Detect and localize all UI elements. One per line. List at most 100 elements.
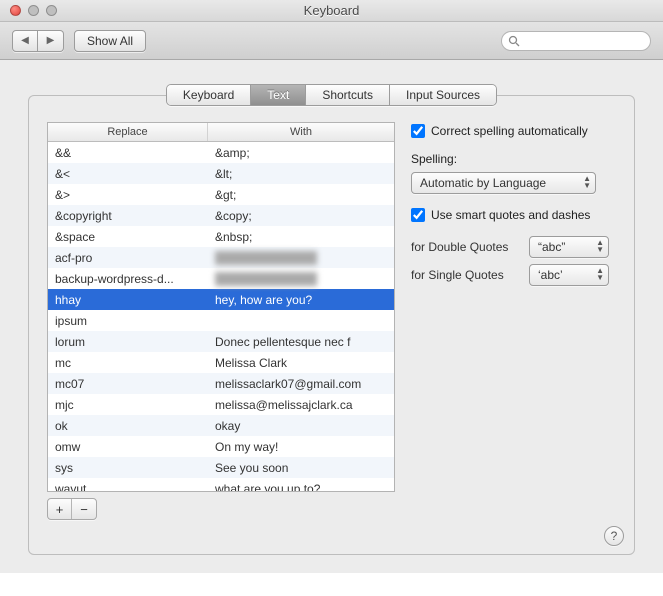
- tab-text[interactable]: Text: [251, 85, 306, 105]
- content-area: KeyboardTextShortcutsInput Sources Repla…: [0, 60, 663, 573]
- search-field[interactable]: [501, 31, 651, 51]
- updown-icon: ▲▼: [596, 239, 604, 253]
- table-row[interactable]: sysSee you soon: [48, 457, 394, 478]
- table-row[interactable]: lorumDonec pellentesque nec f: [48, 331, 394, 352]
- table-row[interactable]: ipsum: [48, 310, 394, 331]
- cell-replace: mc07: [48, 377, 208, 391]
- cell-with: Donec pellentesque nec f: [208, 335, 394, 349]
- show-all-button[interactable]: Show All: [74, 30, 146, 52]
- smart-quotes-row: Use smart quotes and dashes: [411, 208, 616, 222]
- cell-replace: omw: [48, 440, 208, 454]
- cell-replace: backup-wordpress-d...: [48, 272, 208, 286]
- updown-icon: ▲▼: [596, 267, 604, 281]
- spelling-value: Automatic by Language: [420, 176, 546, 190]
- cell-with: what are you up to?: [208, 482, 394, 492]
- cell-replace: &&: [48, 146, 208, 160]
- single-quotes-row: for Single Quotes ‘abc’ ▲▼: [411, 264, 616, 286]
- spelling-label: Spelling:: [411, 152, 616, 166]
- table-row[interactable]: &>&gt;: [48, 184, 394, 205]
- smart-quotes-checkbox[interactable]: [411, 208, 425, 222]
- cell-replace: mjc: [48, 398, 208, 412]
- cell-with: &gt;: [208, 188, 394, 202]
- left-column: Replace With &&&amp;&<&lt;&>&gt;&copyrig…: [47, 122, 395, 540]
- column-header-with[interactable]: With: [208, 123, 394, 141]
- cell-with: hey, how are you?: [208, 293, 394, 307]
- cell-replace: &<: [48, 167, 208, 181]
- table-row[interactable]: hhayhey, how are you?: [48, 289, 394, 310]
- cell-with: See you soon: [208, 461, 394, 475]
- double-quotes-label: for Double Quotes: [411, 240, 521, 254]
- cell-with: &lt;: [208, 167, 394, 181]
- correct-spelling-row: Correct spelling automatically: [411, 124, 616, 138]
- cell-replace: lorum: [48, 335, 208, 349]
- cell-replace: &>: [48, 188, 208, 202]
- double-quotes-row: for Double Quotes “abc” ▲▼: [411, 236, 616, 258]
- table-header: Replace With: [48, 123, 394, 142]
- smart-quotes-label: Use smart quotes and dashes: [431, 208, 590, 222]
- table-row[interactable]: omwOn my way!: [48, 436, 394, 457]
- cell-replace: ipsum: [48, 314, 208, 328]
- search-icon: [508, 35, 520, 47]
- chevron-left-icon: ◀: [21, 35, 29, 46]
- cell-with: melissa@melissajclark.ca: [208, 398, 394, 412]
- cell-replace: &space: [48, 230, 208, 244]
- cell-with: melissaclark07@gmail.com: [208, 377, 394, 391]
- remove-button[interactable]: −: [72, 499, 96, 519]
- cell-replace: wavut: [48, 482, 208, 492]
- cell-with: Melissa Clark: [208, 356, 394, 370]
- tab-shortcuts[interactable]: Shortcuts: [306, 85, 390, 105]
- table-row[interactable]: mcMelissa Clark: [48, 352, 394, 373]
- pane: Replace With &&&amp;&<&lt;&>&gt;&copyrig…: [28, 95, 635, 555]
- window-title: Keyboard: [0, 3, 663, 18]
- table-row[interactable]: &<&lt;: [48, 163, 394, 184]
- double-quotes-popup[interactable]: “abc” ▲▼: [529, 236, 609, 258]
- search-input[interactable]: [524, 35, 644, 47]
- toolbar: ◀ ▶ Show All: [0, 22, 663, 60]
- column-header-replace[interactable]: Replace: [48, 123, 208, 141]
- cell-replace: mc: [48, 356, 208, 370]
- chevron-right-icon: ▶: [47, 35, 55, 46]
- back-button[interactable]: ◀: [12, 30, 38, 52]
- cell-replace: acf-pro: [48, 251, 208, 265]
- forward-button[interactable]: ▶: [38, 30, 64, 52]
- updown-icon: ▲▼: [583, 175, 591, 189]
- table-row[interactable]: &space&nbsp;: [48, 226, 394, 247]
- cell-with: On my way!: [208, 440, 394, 454]
- correct-spelling-checkbox[interactable]: [411, 124, 425, 138]
- add-button[interactable]: +: [48, 499, 72, 519]
- cell-replace: hhay: [48, 293, 208, 307]
- double-quotes-value: “abc”: [538, 240, 565, 254]
- cell-replace: sys: [48, 461, 208, 475]
- single-quotes-value: ‘abc’: [538, 268, 563, 282]
- cell-replace: &copyright: [48, 209, 208, 223]
- tab-bar: KeyboardTextShortcutsInput Sources: [28, 84, 635, 106]
- cell-with: ████████████: [208, 272, 394, 286]
- table-row[interactable]: mc07melissaclark07@gmail.com: [48, 373, 394, 394]
- table-row[interactable]: mjcmelissa@melissajclark.ca: [48, 394, 394, 415]
- replacements-table: Replace With &&&amp;&<&lt;&>&gt;&copyrig…: [47, 122, 395, 492]
- titlebar: Keyboard: [0, 0, 663, 22]
- table-body: &&&amp;&<&lt;&>&gt;&copyright&copy;&spac…: [48, 142, 394, 491]
- spelling-popup[interactable]: Automatic by Language ▲▼: [411, 172, 596, 194]
- table-row[interactable]: &&&amp;: [48, 142, 394, 163]
- cell-replace: ok: [48, 419, 208, 433]
- table-row[interactable]: backup-wordpress-d...████████████: [48, 268, 394, 289]
- nav-buttons: ◀ ▶: [12, 30, 64, 52]
- cell-with: &copy;: [208, 209, 394, 223]
- tab-keyboard[interactable]: Keyboard: [167, 85, 251, 105]
- cell-with: &amp;: [208, 146, 394, 160]
- correct-spelling-label: Correct spelling automatically: [431, 124, 588, 138]
- add-remove-buttons: + −: [47, 498, 97, 520]
- tab-input-sources[interactable]: Input Sources: [390, 85, 496, 105]
- table-row[interactable]: okokay: [48, 415, 394, 436]
- single-quotes-label: for Single Quotes: [411, 268, 521, 282]
- table-row[interactable]: &copyright&copy;: [48, 205, 394, 226]
- help-button[interactable]: ?: [604, 526, 624, 546]
- table-row[interactable]: wavutwhat are you up to?: [48, 478, 394, 491]
- cell-with: &nbsp;: [208, 230, 394, 244]
- single-quotes-popup[interactable]: ‘abc’ ▲▼: [529, 264, 609, 286]
- cell-with: ████████████: [208, 251, 394, 265]
- table-row[interactable]: acf-pro████████████: [48, 247, 394, 268]
- cell-with: okay: [208, 419, 394, 433]
- right-column: Correct spelling automatically Spelling:…: [411, 122, 616, 540]
